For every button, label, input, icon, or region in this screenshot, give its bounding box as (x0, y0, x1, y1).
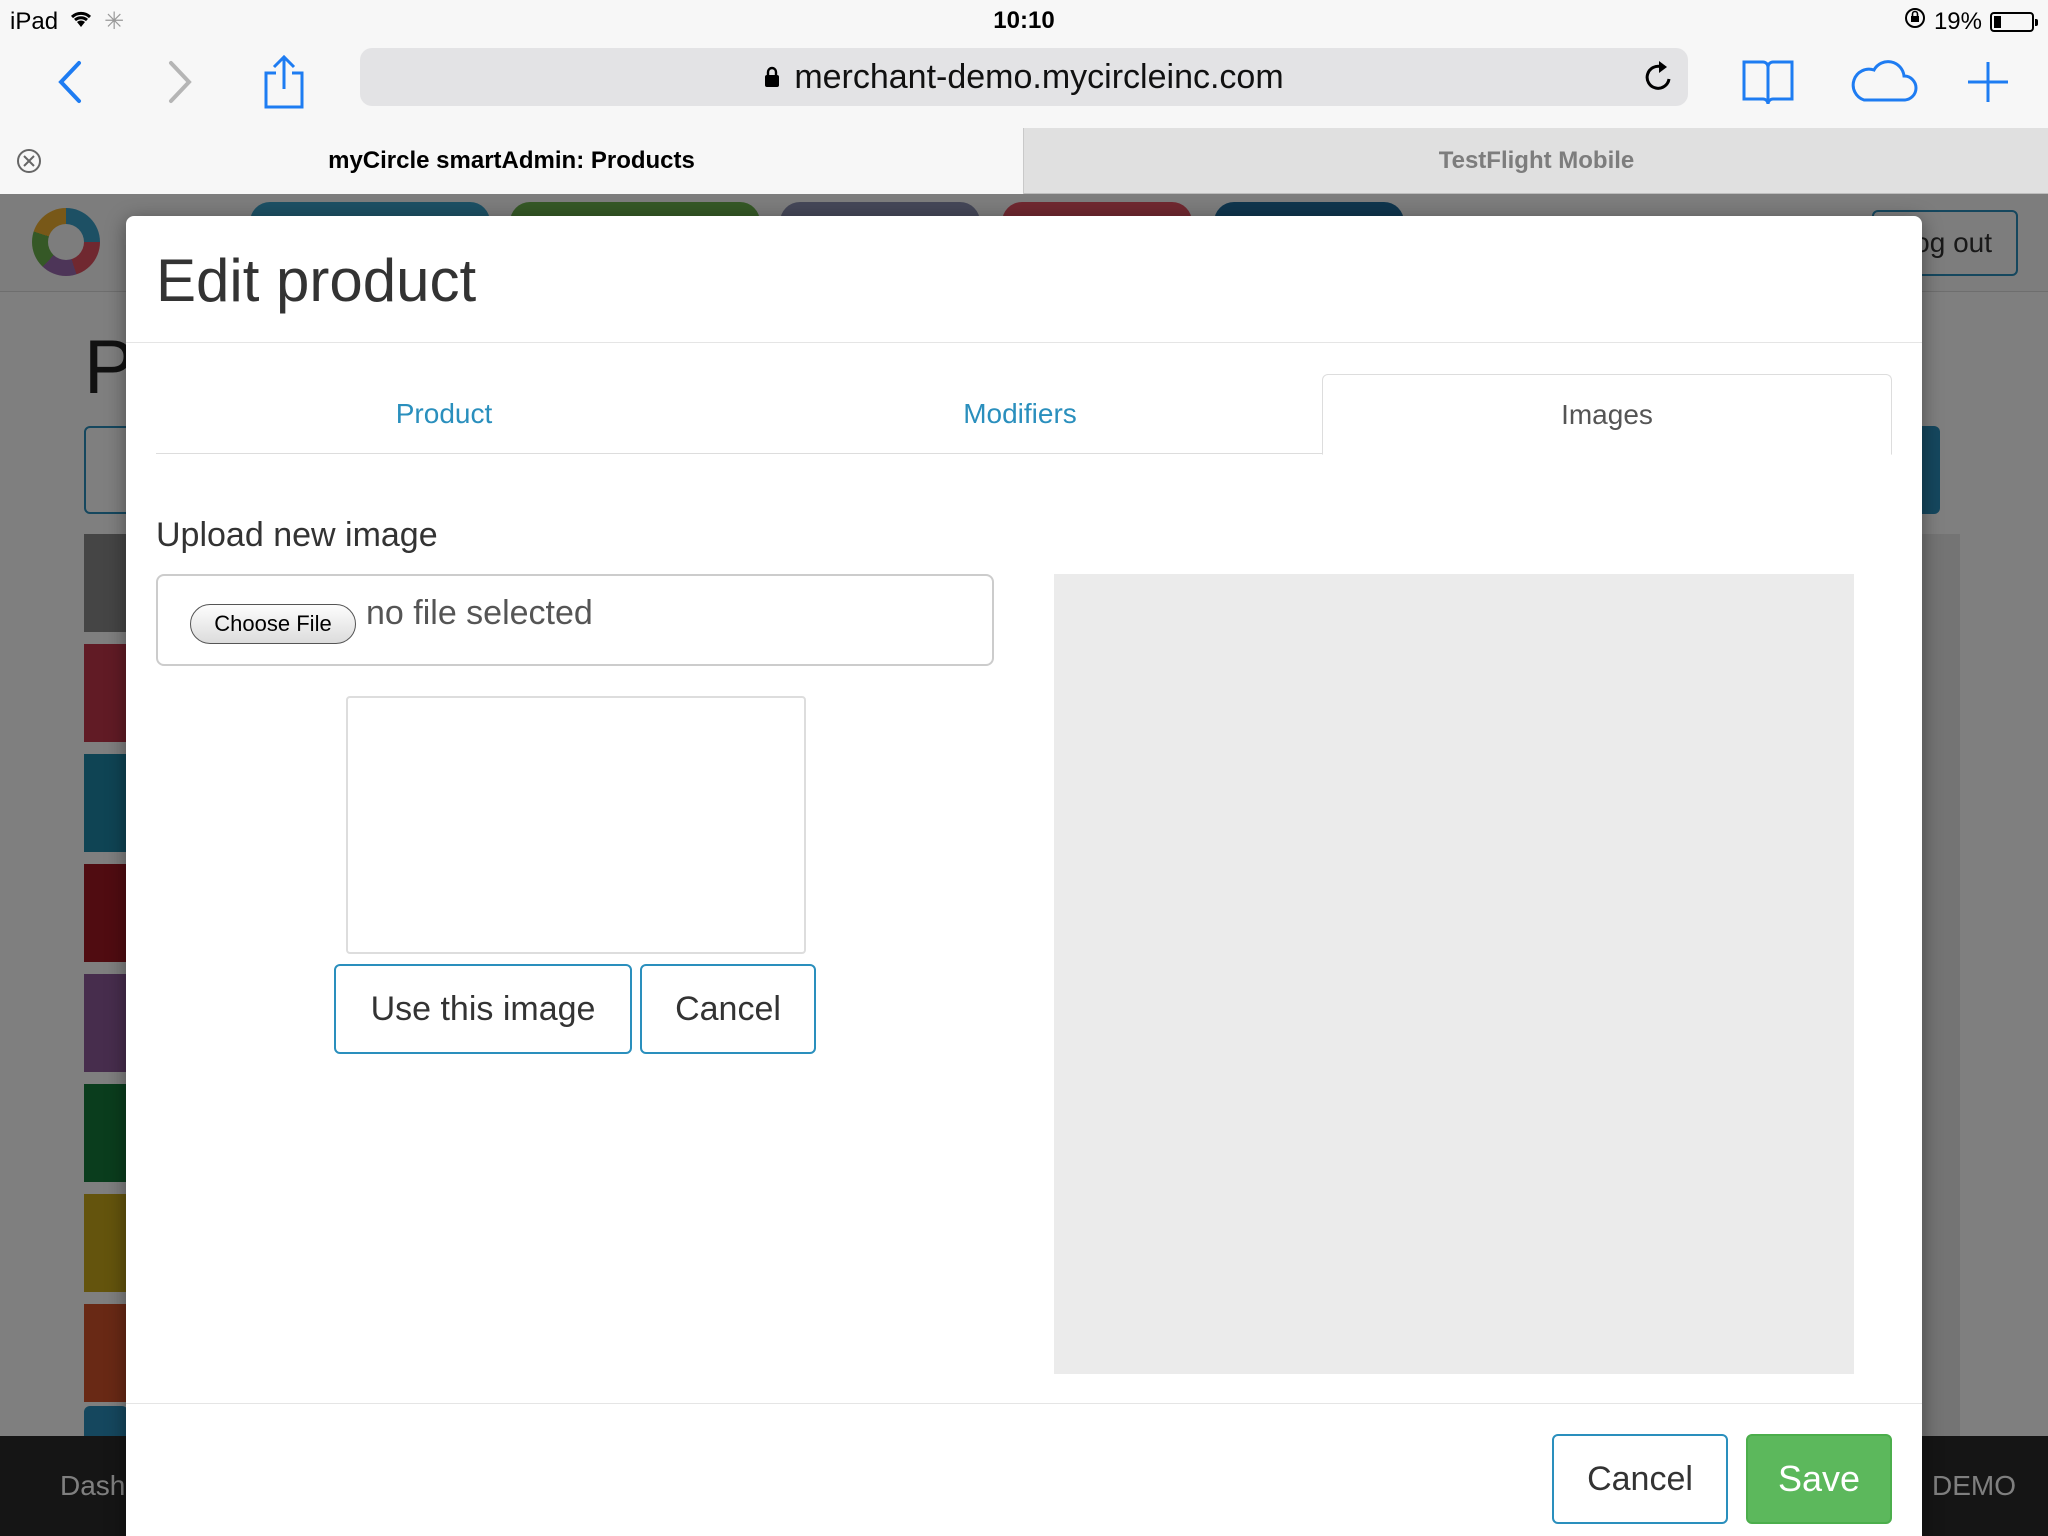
modal-title: Edit product (156, 247, 477, 314)
save-button[interactable]: Save (1746, 1434, 1892, 1524)
close-tab-icon[interactable] (16, 148, 42, 174)
upload-new-image-label: Upload new image (156, 516, 438, 554)
browser-tab-active[interactable]: myCircle smartAdmin: Products (0, 128, 1024, 194)
share-icon[interactable] (252, 50, 316, 114)
browser-toolbar: merchant-demo.mycircleinc.com (0, 40, 2048, 128)
image-preview-box (346, 696, 806, 954)
battery-level-fill (1994, 15, 2001, 28)
no-file-selected-text: no file selected (366, 594, 593, 632)
cancel-button[interactable]: Cancel (1552, 1434, 1728, 1524)
lock-icon (764, 58, 780, 97)
tab-modifiers[interactable]: Modifiers (732, 374, 1308, 454)
url-text: merchant-demo.mycircleinc.com (794, 57, 1284, 96)
forward-icon[interactable] (148, 50, 212, 114)
modal-header: Edit product (126, 216, 1922, 343)
modal-tabs: Product Modifiers Images (156, 374, 1892, 455)
reload-icon[interactable] (1642, 60, 1674, 103)
battery-icon (1990, 11, 2038, 32)
choose-file-button[interactable]: Choose File (190, 604, 356, 644)
tab-images[interactable]: Images (1322, 374, 1892, 455)
modal-footer: Cancel Save (126, 1403, 1922, 1536)
bookmarks-icon[interactable] (1736, 50, 1800, 114)
browser-tab-bar: myCircle smartAdmin: Products TestFlight… (0, 128, 2048, 194)
browser-tab-inactive[interactable]: TestFlight Mobile (1025, 128, 2048, 194)
rotation-lock-icon (1904, 7, 1926, 36)
tab-product[interactable]: Product (156, 374, 732, 454)
url-bar[interactable]: merchant-demo.mycircleinc.com (360, 48, 1688, 106)
battery-percent: 19% (1933, 7, 1982, 35)
browser-tab-label: myCircle smartAdmin: Products (328, 147, 695, 174)
cloud-tabs-icon[interactable] (1848, 50, 1918, 114)
status-time: 10:10 (993, 7, 1055, 34)
new-tab-icon[interactable] (1956, 50, 2020, 114)
file-input[interactable]: Choose File no file selected (156, 574, 994, 666)
cancel-upload-button[interactable]: Cancel (640, 964, 816, 1054)
status-bar: iPad ✳ 10:10 19% (0, 0, 2048, 40)
use-this-image-button[interactable]: Use this image (334, 964, 632, 1054)
status-right: 19% (1904, 7, 2038, 36)
browser-tab-label: TestFlight Mobile (1438, 147, 1635, 174)
edit-product-modal: Edit product Product Modifiers Images Up… (126, 216, 1922, 1536)
current-image-area (1054, 574, 1854, 1374)
back-icon[interactable] (38, 50, 102, 114)
